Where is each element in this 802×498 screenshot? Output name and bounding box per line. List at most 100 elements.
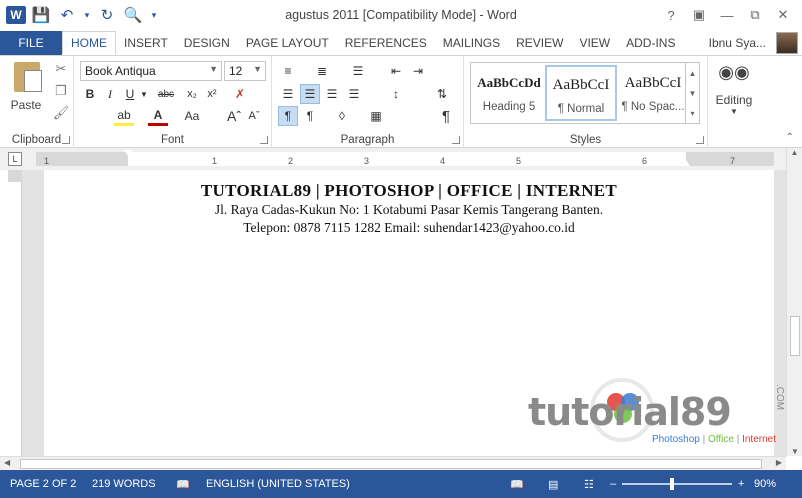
- customize-qat-icon[interactable]: ▾: [148, 4, 160, 26]
- help-icon[interactable]: ?: [658, 4, 684, 26]
- font-size-combo[interactable]: 12 ▼: [224, 61, 266, 81]
- styles-launcher-icon[interactable]: [696, 136, 704, 144]
- zoom-in-icon[interactable]: +: [738, 478, 744, 490]
- horizontal-scroll-thumb[interactable]: [20, 459, 762, 469]
- minimize-button[interactable]: —: [714, 4, 740, 26]
- zoom-slider-handle[interactable]: [670, 478, 674, 490]
- tab-page-layout[interactable]: PAGE LAYOUT: [238, 31, 337, 55]
- grow-font-icon[interactable]: Aˆ: [224, 106, 244, 126]
- zoom-out-icon[interactable]: –: [610, 478, 616, 490]
- font-launcher-icon[interactable]: [260, 136, 268, 144]
- chevron-down-icon[interactable]: ▼: [689, 83, 697, 103]
- multilevel-list-icon[interactable]: ☰: [348, 61, 368, 81]
- font-color-icon[interactable]: A: [148, 106, 168, 126]
- left-to-right-icon[interactable]: ¶: [278, 106, 298, 126]
- shading-icon[interactable]: ◊: [332, 106, 352, 126]
- chevron-up-icon[interactable]: ▲: [689, 63, 697, 83]
- center-icon[interactable]: ☰: [300, 84, 320, 104]
- style-normal[interactable]: AaBbCcI ¶ Normal: [545, 65, 617, 121]
- paragraph-launcher-icon[interactable]: [452, 136, 460, 144]
- undo-icon[interactable]: ↶: [56, 4, 78, 26]
- tab-home[interactable]: HOME: [62, 31, 116, 55]
- document-page[interactable]: TUTORIAL89 | PHOTOSHOP | OFFICE | INTERN…: [44, 170, 785, 456]
- save-icon[interactable]: 💾: [30, 4, 52, 26]
- right-indent-marker[interactable]: [682, 160, 690, 166]
- change-case-icon[interactable]: Aa: [182, 106, 202, 126]
- strikethrough-button[interactable]: abc: [156, 84, 176, 104]
- word-app-icon[interactable]: W: [6, 6, 26, 24]
- ribbon-display-options-icon[interactable]: ▣: [686, 4, 712, 26]
- style-no-spacing[interactable]: AaBbCcI ¶ No Spac...: [617, 65, 689, 121]
- font-name-combo[interactable]: Book Antiqua ▼: [80, 61, 222, 81]
- show-hide-icon[interactable]: ¶: [436, 106, 456, 126]
- underline-button[interactable]: U: [120, 84, 140, 104]
- shrink-font-icon[interactable]: Aˇ: [244, 106, 264, 126]
- copy-icon[interactable]: ❐: [52, 82, 70, 100]
- print-layout-icon[interactable]: ▤: [548, 478, 558, 491]
- web-layout-icon[interactable]: ☷: [584, 478, 594, 491]
- highlight-color-icon[interactable]: ab: [114, 106, 134, 126]
- cut-icon[interactable]: ✂: [52, 60, 70, 78]
- vertical-scrollbar[interactable]: ▲ ▼: [786, 148, 802, 456]
- tab-insert[interactable]: INSERT: [116, 31, 176, 55]
- paste-button[interactable]: Paste: [6, 60, 46, 124]
- decrease-indent-icon[interactable]: ⇤: [386, 61, 406, 81]
- avatar[interactable]: [776, 32, 798, 54]
- numbering-icon[interactable]: ≣: [312, 61, 332, 81]
- zoom-level[interactable]: 90%: [754, 478, 776, 490]
- doc-heading[interactable]: TUTORIAL89 | PHOTOSHOP | OFFICE | INTERN…: [44, 181, 774, 201]
- undo-dropdown-icon[interactable]: ▾: [82, 4, 92, 26]
- tab-references[interactable]: REFERENCES: [337, 31, 435, 55]
- line-spacing-icon[interactable]: ↕: [386, 84, 406, 104]
- subscript-button[interactable]: x₂: [182, 84, 202, 104]
- doc-contact[interactable]: Telepon: 0878 7115 1282 Email: suhendar1…: [44, 220, 774, 236]
- tab-mailings[interactable]: MAILINGS: [435, 31, 508, 55]
- clear-formatting-icon[interactable]: ✗: [230, 84, 250, 104]
- scroll-right-icon[interactable]: ▶: [776, 458, 782, 467]
- clipboard-launcher-icon[interactable]: [62, 136, 70, 144]
- close-button[interactable]: ✕: [770, 4, 796, 26]
- tab-selector[interactable]: L: [8, 152, 22, 166]
- doc-address[interactable]: Jl. Raya Cadas-Kukun No: 1 Kotabumi Pasa…: [44, 202, 774, 218]
- editing-button[interactable]: ◉◉ Editing ▼: [712, 62, 756, 128]
- scroll-left-icon[interactable]: ◀: [4, 458, 10, 467]
- redo-icon[interactable]: ↻: [96, 4, 118, 26]
- tab-review[interactable]: REVIEW: [508, 31, 571, 55]
- collapse-ribbon-icon[interactable]: ⌃: [786, 132, 794, 143]
- horizontal-ruler[interactable]: 1 1 2 3 4 5 6 7: [36, 150, 774, 166]
- restore-button[interactable]: ⧉: [742, 4, 768, 26]
- increase-indent-icon[interactable]: ⇥: [408, 61, 428, 81]
- tab-design[interactable]: DESIGN: [176, 31, 238, 55]
- zoom-slider[interactable]: [622, 483, 732, 485]
- underline-dropdown-icon[interactable]: ▼: [138, 84, 150, 104]
- tab-add-ins[interactable]: ADD-INS: [618, 31, 683, 55]
- vertical-ruler[interactable]: [8, 170, 22, 456]
- vertical-scroll-thumb[interactable]: [790, 316, 800, 356]
- horizontal-scrollbar[interactable]: ◀ ▶: [0, 456, 786, 470]
- right-to-left-icon[interactable]: ¶: [300, 106, 320, 126]
- superscript-button[interactable]: x²: [202, 84, 222, 104]
- styles-scroll[interactable]: ▲ ▼ ▾: [685, 63, 699, 123]
- more-icon[interactable]: ▾: [690, 103, 694, 123]
- word-count[interactable]: 219 WORDS: [92, 478, 156, 490]
- print-preview-icon[interactable]: 🔍: [122, 4, 144, 26]
- proofing-icon[interactable]: 📖: [176, 478, 190, 491]
- bullets-icon[interactable]: ≡: [278, 61, 298, 81]
- first-line-indent-marker[interactable]: [124, 150, 132, 156]
- tab-view[interactable]: VIEW: [571, 31, 618, 55]
- read-mode-icon[interactable]: 📖: [510, 478, 524, 491]
- format-painter-icon[interactable]: 🖌: [52, 104, 70, 122]
- language[interactable]: ENGLISH (UNITED STATES): [206, 478, 350, 490]
- scroll-up-icon[interactable]: ▲: [787, 148, 802, 157]
- sort-icon[interactable]: ⇅: [432, 84, 452, 104]
- align-right-icon[interactable]: ☰: [322, 84, 342, 104]
- style-heading-5[interactable]: AaBbCcDd Heading 5: [473, 65, 545, 121]
- align-left-icon[interactable]: ☰: [278, 84, 298, 104]
- page-count[interactable]: PAGE 2 OF 2: [10, 478, 76, 490]
- bold-button[interactable]: B: [80, 84, 100, 104]
- user-name[interactable]: Ibnu Sya...: [709, 36, 766, 50]
- italic-button[interactable]: I: [100, 84, 120, 104]
- justify-icon[interactable]: ☰: [344, 84, 364, 104]
- scroll-down-icon[interactable]: ▼: [787, 447, 802, 456]
- tab-file[interactable]: FILE: [0, 31, 62, 55]
